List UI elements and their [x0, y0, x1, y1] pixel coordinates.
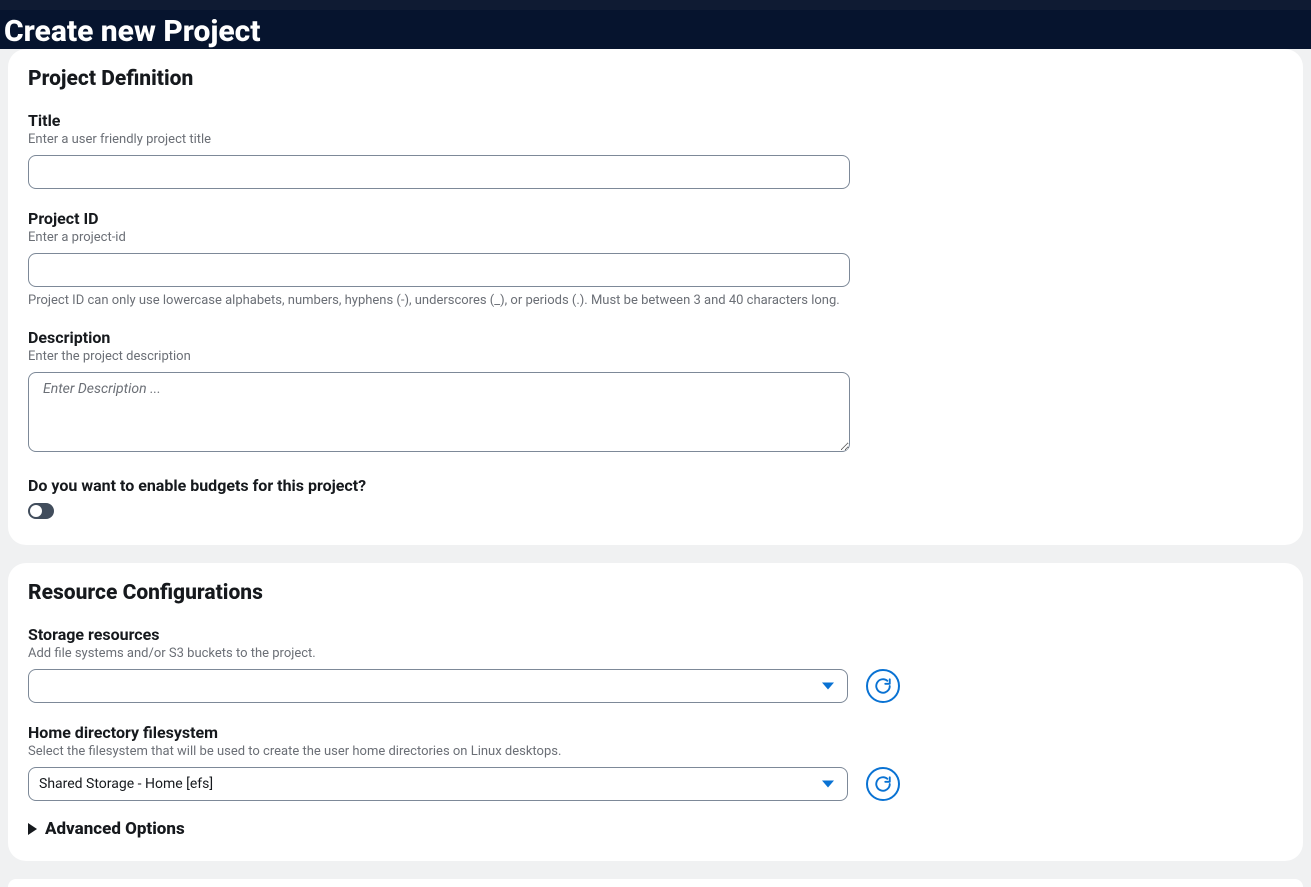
title-field-block: Title Enter a user friendly project titl…	[28, 111, 850, 189]
refresh-icon	[874, 775, 892, 793]
project-id-label: Project ID	[28, 209, 850, 228]
storage-hint: Add file systems and/or S3 buckets to th…	[28, 646, 1283, 661]
description-hint: Enter the project description	[28, 349, 850, 364]
project-definition-card: Project Definition Title Enter a user fr…	[8, 49, 1303, 545]
budgets-question: Do you want to enable budgets for this p…	[28, 476, 1283, 495]
resource-config-card: Resource Configurations Storage resource…	[8, 563, 1303, 861]
project-id-field-block: Project ID Enter a project-id Project ID…	[28, 209, 850, 308]
description-label: Description	[28, 328, 850, 347]
title-label: Title	[28, 111, 850, 130]
project-id-input[interactable]	[28, 253, 850, 287]
budgets-toggle[interactable]	[28, 503, 54, 519]
homefs-label: Home directory filesystem	[28, 723, 1283, 742]
advanced-options-label: Advanced Options	[45, 819, 185, 839]
section-title-definition: Project Definition	[28, 67, 1283, 91]
description-field-block: Description Enter the project descriptio…	[28, 328, 850, 456]
toggle-knob	[30, 505, 42, 517]
refresh-icon	[874, 677, 892, 695]
project-id-help: Project ID can only use lowercase alphab…	[28, 293, 850, 308]
homefs-field-block: Home directory filesystem Select the fil…	[28, 723, 1283, 801]
storage-label: Storage resources	[28, 625, 1283, 644]
storage-refresh-button[interactable]	[866, 669, 900, 703]
project-id-hint: Enter a project-id	[28, 230, 850, 245]
storage-select[interactable]	[28, 669, 848, 703]
title-input[interactable]	[28, 155, 850, 189]
homefs-hint: Select the filesystem that will be used …	[28, 744, 1283, 759]
homefs-refresh-button[interactable]	[866, 767, 900, 801]
section-title-resources: Resource Configurations	[28, 581, 1283, 605]
homefs-selected-value: Shared Storage - Home [efs]	[39, 776, 213, 792]
description-textarea[interactable]	[28, 372, 850, 452]
advanced-options-toggle[interactable]: Advanced Options	[28, 819, 1283, 839]
homefs-select[interactable]: Shared Storage - Home [efs]	[28, 767, 848, 801]
title-hint: Enter a user friendly project title	[28, 132, 850, 147]
caret-right-icon	[28, 823, 37, 835]
next-card-peek	[8, 879, 1303, 887]
storage-field-block: Storage resources Add file systems and/o…	[28, 625, 1283, 703]
page-title: Create new Project	[4, 14, 260, 49]
